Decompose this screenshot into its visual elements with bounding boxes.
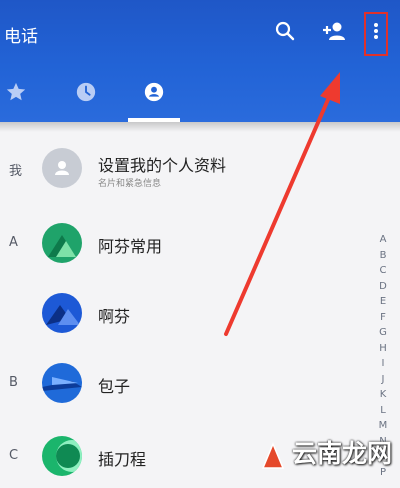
contact-row[interactable]: 啊芬	[0, 285, 370, 345]
clock-icon	[76, 82, 96, 102]
alpha-letter[interactable]: A	[376, 232, 390, 248]
contact-avatar	[42, 223, 82, 263]
more-menu-highlight-box	[364, 12, 388, 56]
contact-name: 啊芬	[98, 307, 131, 326]
section-letter: 我	[9, 164, 23, 179]
star-icon	[6, 82, 26, 101]
alpha-letter[interactable]: F	[376, 310, 390, 326]
alpha-letter[interactable]: B	[376, 248, 390, 264]
alpha-letter[interactable]: G	[376, 325, 390, 341]
contact-avatar	[42, 293, 82, 333]
app-title: 电话	[4, 27, 38, 47]
tab-bar	[0, 66, 400, 122]
profile-subtitle: 名片和紧急信息	[98, 179, 162, 189]
contact-avatar	[42, 363, 82, 403]
profile-avatar	[42, 148, 82, 188]
alpha-letter[interactable]: L	[376, 403, 390, 419]
profile-title: 设置我的个人资料	[98, 156, 227, 175]
watermark-logo-icon	[261, 442, 285, 469]
contact-name: 阿芬常用	[98, 237, 163, 256]
app-bar: 电话	[0, 0, 400, 66]
alpha-letter[interactable]: J	[376, 372, 390, 388]
profile-row[interactable]: 我 设置我的个人资料 名片和紧急信息	[0, 140, 370, 200]
watermark-text: 云南龙网	[291, 439, 392, 468]
contact-avatar	[42, 436, 82, 476]
tab-shadow	[0, 122, 400, 132]
contact-name: 插刀程	[98, 450, 147, 469]
alpha-letter[interactable]: H	[376, 341, 390, 357]
contact-row[interactable]: A 阿芬常用	[0, 215, 370, 275]
add-contact-icon[interactable]	[320, 18, 346, 44]
alpha-letter[interactable]: I	[376, 356, 390, 372]
section-letter: A	[9, 235, 18, 250]
tab-recents[interactable]	[56, 66, 116, 122]
alpha-letter[interactable]: D	[376, 279, 390, 295]
tab-favorites[interactable]	[0, 66, 46, 122]
tab-contacts[interactable]	[124, 66, 184, 122]
section-letter: B	[9, 375, 18, 390]
alpha-letter[interactable]: C	[376, 263, 390, 279]
contact-row[interactable]: B 包子	[0, 355, 370, 415]
search-icon[interactable]	[272, 18, 298, 44]
person-icon	[55, 161, 69, 175]
alpha-letter[interactable]: M	[376, 418, 390, 434]
section-letter: C	[9, 448, 19, 463]
contact-name: 包子	[98, 377, 131, 396]
contacts-icon	[144, 82, 164, 102]
alpha-letter[interactable]: K	[376, 387, 390, 403]
alpha-letter[interactable]: E	[376, 294, 390, 310]
